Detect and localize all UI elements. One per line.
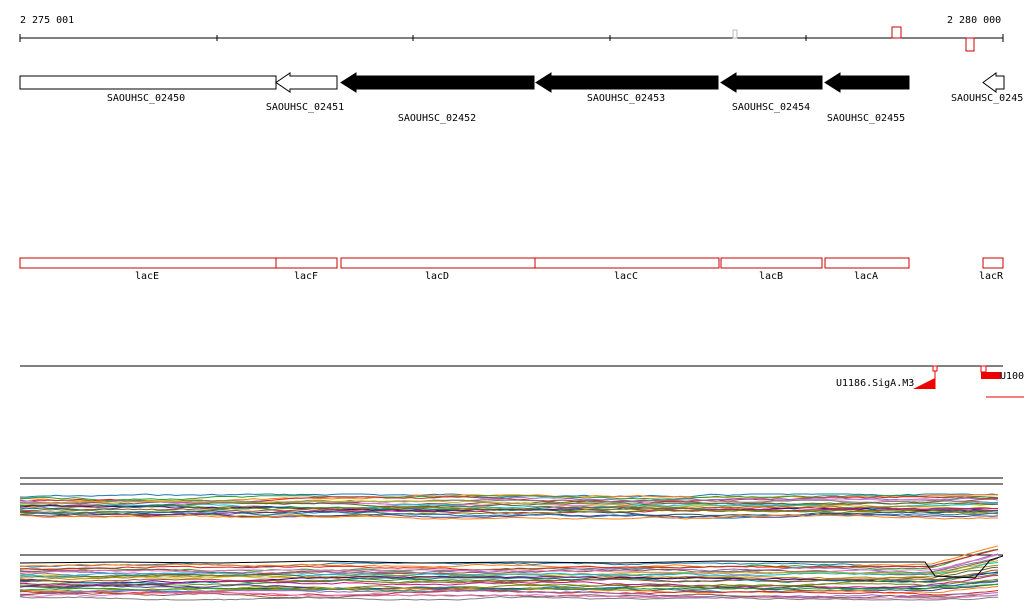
operon-gene-label: lacD — [425, 271, 449, 282]
operon-gene-label: lacC — [614, 271, 638, 282]
ruler-red-marker-up — [891, 26, 902, 39]
operon-gene-lacr[interactable]: lacR — [979, 257, 1004, 282]
promoter-label: U1186.SigA.M3 — [836, 378, 914, 389]
ruler-end-label: 2 280 000 — [947, 15, 1001, 26]
promoter-feature[interactable]: U1186.SigA.M3 — [836, 365, 938, 389]
expression-profile-lines — [19, 545, 1004, 601]
operon-track: lacE lacF lacD lacC lacB lacA lacR — [19, 257, 1004, 282]
expression-profile-lines — [19, 493, 999, 520]
operon-gene-lacf[interactable]: lacF — [275, 257, 338, 282]
gene-saouhsc-0245-partial[interactable]: SAOUHSC_0245 — [951, 72, 1023, 104]
gene-label: SAOUHSC_02452 — [398, 113, 476, 124]
gene-saouhsc-02452[interactable]: SAOUHSC_02452 — [340, 72, 535, 124]
coordinate-ruler: 2 275 001 2 280 000 — [19, 15, 1004, 52]
operon-gene-lacc[interactable]: lacC — [534, 257, 720, 282]
gene-label: SAOUHSC_0245 — [951, 93, 1023, 104]
operon-gene-label: lacR — [979, 271, 1004, 282]
gene-label: SAOUHSC_02453 — [587, 93, 665, 104]
ruler-start-label: 2 275 001 — [20, 15, 74, 26]
feature-track: U1186.SigA.M3 U1001 — [20, 365, 1024, 398]
gene-saouhsc-02454[interactable]: SAOUHSC_02454 — [720, 72, 823, 113]
operon-gene-label: lacB — [759, 271, 783, 282]
operon-gene-label: lacF — [294, 271, 318, 282]
gene-saouhsc-02453[interactable]: SAOUHSC_02453 — [535, 72, 719, 104]
ruler-red-marker-down — [965, 37, 975, 52]
gene-label: SAOUHSC_02450 — [107, 93, 185, 104]
expression-line — [19, 549, 999, 571]
gene-saouhsc-02455[interactable]: SAOUHSC_02455 — [824, 72, 910, 124]
gene-label: SAOUHSC_02451 — [266, 102, 344, 113]
expression-track-1 — [19, 477, 1003, 520]
operon-gene-lacd[interactable]: lacD — [340, 257, 536, 282]
operon-gene-label: lacA — [854, 271, 878, 282]
right-feature-label: U1001 — [1000, 371, 1024, 382]
expression-line — [19, 548, 999, 572]
genome-browser-view: 2 275 001 2 280 000 SAOUHSC_02450 SAOUHS… — [19, 15, 1024, 601]
operon-gene-lacb[interactable]: lacB — [720, 257, 823, 282]
gene-saouhsc-02450[interactable]: SAOUHSC_02450 — [19, 75, 277, 104]
expression-track-2 — [19, 545, 1004, 601]
operon-gene-laca[interactable]: lacA — [824, 257, 910, 282]
ruler-marker — [732, 29, 738, 39]
operon-gene-lace[interactable]: lacE — [19, 257, 277, 282]
gene-saouhsc-02451[interactable]: SAOUHSC_02451 — [266, 72, 344, 113]
gene-label: SAOUHSC_02455 — [827, 113, 905, 124]
gene-track: SAOUHSC_02450 SAOUHSC_02451 SAOUHSC_0245… — [19, 72, 1023, 124]
operon-gene-label: lacE — [135, 271, 159, 282]
right-feature[interactable]: U1001 — [980, 365, 1024, 398]
gene-label: SAOUHSC_02454 — [732, 102, 810, 113]
